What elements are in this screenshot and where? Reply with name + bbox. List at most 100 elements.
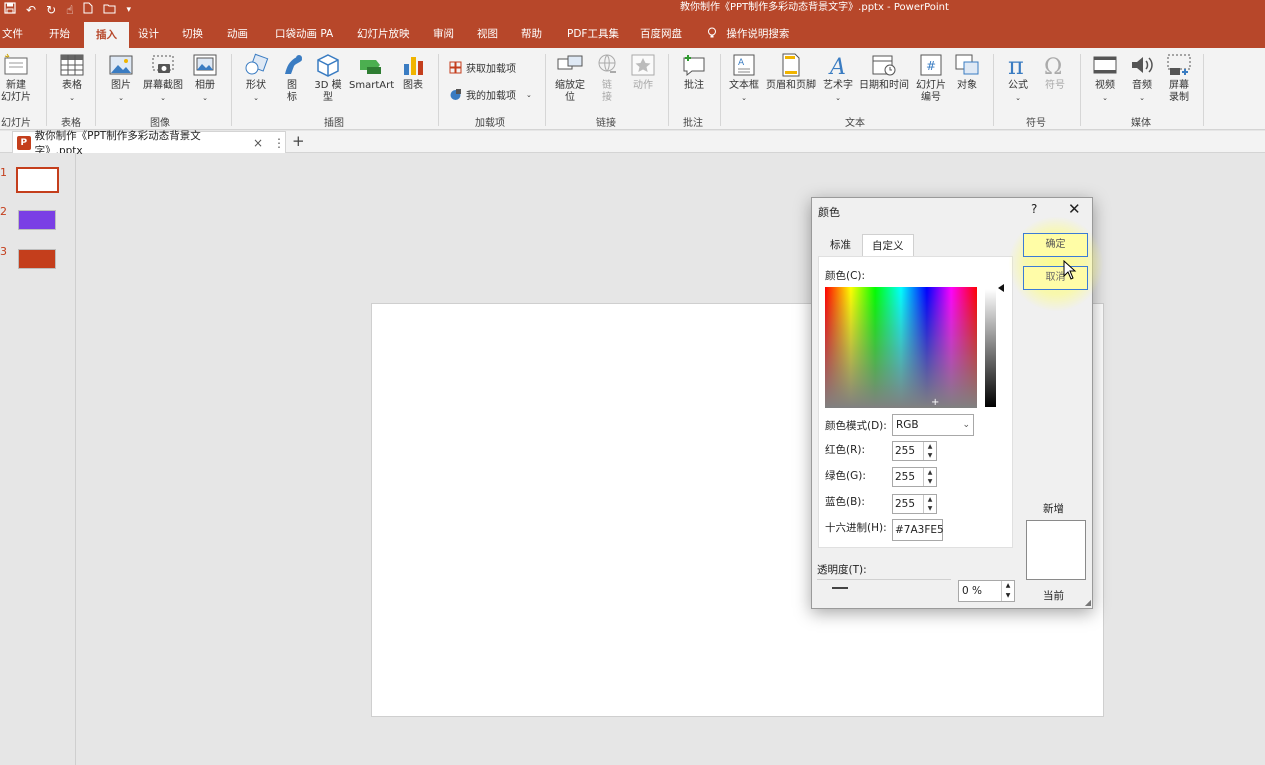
spin-arrows-icon[interactable]: ▲ ▼ — [923, 468, 936, 486]
touch-mode-icon[interactable]: ☝ — [66, 0, 73, 20]
tab-view[interactable]: 视图 — [477, 20, 498, 48]
color-mode-select[interactable]: RGB ⌄ — [892, 414, 974, 436]
redo-icon[interactable]: ↻ — [46, 0, 56, 20]
resize-grip-icon[interactable]: ◢ — [1085, 598, 1091, 607]
slide-thumbnail-3[interactable] — [18, 249, 56, 269]
table-button[interactable]: 表格 ⌄ — [56, 52, 88, 104]
svg-text:#: # — [926, 59, 936, 73]
new-file-icon[interactable] — [83, 0, 93, 20]
group-label-symbols: 符号 — [1026, 118, 1046, 129]
link-button[interactable]: 链 接 — [594, 52, 620, 104]
customize-icon[interactable]: ▾ — [126, 0, 131, 20]
my-addins-button[interactable]: 我的加载项 ⌄ — [449, 87, 532, 102]
chevron-down-icon: ⌄ — [962, 420, 970, 430]
tab-file[interactable]: 文件 — [2, 20, 23, 48]
screen-recording-button[interactable]: 屏幕 录制 — [1165, 52, 1193, 104]
screen-record-icon — [1167, 54, 1191, 75]
video-button[interactable]: 视频 ⌄ — [1091, 52, 1119, 104]
3d-model-button[interactable]: 3D 模 型 — [313, 52, 343, 104]
separator — [720, 54, 721, 126]
textbox-button[interactable]: A 文本框 ⌄ — [728, 52, 760, 104]
transparency-label: 透明度(T): — [817, 564, 867, 576]
separator — [438, 54, 439, 126]
tab-help[interactable]: 帮助 — [521, 20, 542, 48]
video-icon — [1093, 56, 1117, 74]
wordart-button[interactable]: A 艺术字 ⌄ — [822, 52, 854, 104]
header-footer-button[interactable]: 页眉和页脚 — [764, 52, 818, 92]
action-button[interactable]: 动作 — [628, 52, 658, 92]
green-stepper[interactable]: 255 ▲ ▼ — [892, 467, 937, 487]
new-tab-button[interactable]: + — [292, 132, 305, 150]
transparency-stepper[interactable]: 0 % ▲ ▼ — [958, 580, 1015, 602]
spin-arrows-icon[interactable]: ▲ ▼ — [923, 495, 936, 513]
object-button[interactable]: 对象 — [953, 52, 981, 92]
save-icon[interactable] — [4, 0, 16, 20]
ok-button[interactable]: 确定 — [1023, 233, 1088, 257]
cursor-highlight — [1008, 216, 1104, 312]
date-time-button[interactable]: 日期和时间 — [857, 52, 911, 92]
tab-custom[interactable]: 自定义 — [862, 234, 914, 256]
spin-arrows-icon[interactable]: ▲ ▼ — [1001, 581, 1014, 601]
picture-button[interactable]: 图片 ⌄ — [106, 52, 136, 104]
photo-album-button[interactable]: 相册 ⌄ — [190, 52, 220, 104]
shapes-button[interactable]: 形状 ⌄ — [242, 52, 270, 104]
transparency-slider[interactable] — [832, 587, 848, 589]
title-bar: ↶ ↻ ☝ ▾ 教你制作《PPT制作多彩动态背景文字》.pptx - Power… — [0, 0, 1265, 20]
chart-button[interactable]: 图表 — [400, 52, 426, 92]
tab-design[interactable]: 设计 — [138, 20, 159, 48]
luminance-slider[interactable] — [985, 289, 996, 407]
icons-button[interactable]: 图 标 — [279, 52, 305, 104]
symbol-button[interactable]: Ω 符号 — [1041, 52, 1069, 92]
comment-button[interactable]: 批注 — [679, 52, 709, 92]
tab-slideshow[interactable]: 幻灯片放映 — [357, 20, 410, 48]
ribbon-tab-bar: 文件 开始 插入 设计 切换 动画 口袋动画 PA 幻灯片放映 审阅 视图 帮助… — [0, 20, 1265, 48]
pi-icon: π — [1008, 52, 1024, 78]
tab-standard[interactable]: 标准 — [821, 234, 860, 256]
shapes-icon — [245, 53, 269, 75]
document-tab[interactable]: P 教你制作《PPT制作多彩动态背景文字》.pptx × ⋮ — [12, 130, 286, 157]
help-button[interactable]: ? — [1031, 202, 1037, 216]
open-file-icon[interactable] — [103, 0, 116, 20]
tab-pocket-animation[interactable]: 口袋动画 PA — [275, 20, 333, 48]
tab-review[interactable]: 审阅 — [433, 20, 454, 48]
color-spectrum-picker[interactable]: + — [825, 287, 977, 408]
undo-icon[interactable]: ↶ — [26, 0, 36, 20]
more-options-icon[interactable]: ⋮ — [273, 136, 285, 150]
audio-button[interactable]: 音频 ⌄ — [1128, 52, 1156, 104]
red-stepper[interactable]: 255 ▲ ▼ — [892, 441, 937, 461]
hex-input[interactable]: #7A3FE5 — [892, 519, 944, 541]
hex-label: 十六进制(H): — [825, 522, 887, 534]
spin-arrows-icon[interactable]: ▲ ▼ — [923, 442, 936, 460]
slide-number-button[interactable]: # 幻灯片 编号 — [915, 52, 947, 104]
tab-pdf-tools[interactable]: PDF工具集 — [567, 20, 619, 48]
blue-stepper[interactable]: 255 ▲ ▼ — [892, 494, 937, 514]
tab-baidu-netdisk[interactable]: 百度网盘 — [640, 20, 682, 48]
tell-me-search[interactable]: 操作说明搜索 — [707, 20, 789, 48]
quick-access-toolbar: ↶ ↻ ☝ ▾ — [4, 0, 131, 20]
new-slide-icon — [4, 53, 28, 75]
get-addins-button[interactable]: 获取加载项 — [449, 60, 516, 75]
tab-insert[interactable]: 插入 — [84, 22, 129, 48]
powerpoint-icon: P — [17, 135, 31, 150]
tab-transitions[interactable]: 切换 — [182, 20, 203, 48]
smartart-button[interactable]: SmartArt — [349, 52, 394, 92]
separator — [668, 54, 669, 126]
crosshair-icon: + — [931, 397, 940, 408]
svg-text:π: π — [1008, 52, 1024, 78]
screenshot-button[interactable]: 屏幕截图 ⌄ — [141, 52, 185, 104]
zoom-button[interactable]: 缩放定 位 — [552, 52, 588, 104]
close-tab-icon[interactable]: × — [253, 136, 263, 150]
mouse-pointer-icon — [1063, 260, 1077, 280]
luminance-arrow-icon[interactable] — [998, 284, 1004, 292]
svg-text:A: A — [738, 58, 745, 68]
close-icon[interactable]: ✕ — [1068, 200, 1081, 218]
tab-animations[interactable]: 动画 — [227, 20, 248, 48]
slide-thumbnail-2[interactable] — [18, 210, 56, 230]
slide-thumbnail-1[interactable] — [16, 167, 59, 193]
cancel-button[interactable]: 取消 — [1023, 266, 1088, 290]
new-slide-button[interactable]: 新建 幻灯片 — [0, 52, 32, 104]
equation-button[interactable]: π 公式 ⌄ — [1004, 52, 1032, 104]
omega-icon: Ω — [1044, 55, 1062, 78]
tab-home[interactable]: 开始 — [49, 20, 70, 48]
color-dialog: 颜色 ? ✕ 标准 自定义 颜色(C): + 颜色模式(D): RGB ⌄ 红色… — [811, 197, 1104, 609]
